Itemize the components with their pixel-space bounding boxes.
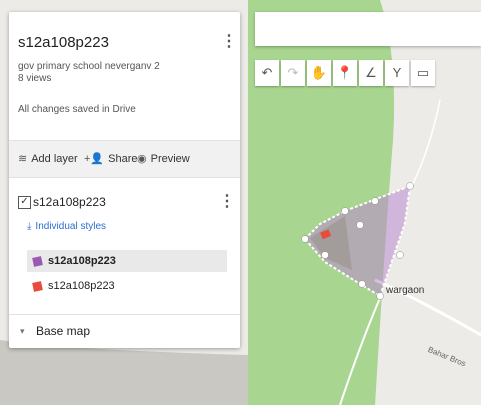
eye-icon: ◉	[137, 153, 147, 165]
map-search-bar[interactable]	[255, 12, 481, 46]
map-actions-bar: ≋ Add layer +👤 Share ◉ Preview	[9, 140, 240, 178]
map-title[interactable]: s12a108p223	[18, 34, 109, 51]
preview-button[interactable]: ◉ Preview	[137, 152, 190, 166]
add-layer-button[interactable]: ≋ Add layer	[18, 152, 78, 166]
layer-visibility-checkbox[interactable]: ✓	[18, 196, 31, 209]
polygon-icon	[32, 255, 43, 267]
map-toolbar: ↶ ↷ ✋ 📍 ∠ Y ▭	[255, 60, 435, 86]
base-map-label: Base map	[36, 324, 91, 338]
paint-roller-icon: ⤓	[27, 221, 32, 232]
individual-styles-link[interactable]: ⤓ Individual styles	[27, 221, 106, 232]
feature-name: s12a108p223	[48, 280, 115, 292]
view-count: 8 views	[18, 73, 52, 84]
undo-icon[interactable]: ↶	[255, 60, 279, 86]
layers-icon: ≋	[18, 153, 28, 165]
layer-name[interactable]: s12a108p223	[33, 195, 106, 209]
share-label: Share	[108, 152, 138, 165]
layers-panel: s12a108p223 ⋮ gov primary school neverga…	[9, 12, 240, 348]
save-status: All changes saved in Drive	[18, 104, 136, 115]
polygon-icon	[32, 280, 43, 292]
redo-icon[interactable]: ↷	[281, 60, 305, 86]
chevron-down-icon[interactable]: ▾	[20, 326, 25, 337]
add-layer-label: Add layer	[31, 152, 78, 165]
directions-icon[interactable]: Y	[385, 60, 409, 86]
feature-item[interactable]: s12a108p223	[27, 275, 227, 297]
place-label: wargaon	[386, 285, 425, 296]
preview-label: Preview	[150, 152, 190, 165]
layer-options-icon[interactable]: ⋮	[219, 194, 235, 210]
map-description[interactable]: gov primary school neverganv 2	[18, 61, 160, 72]
ruler-icon[interactable]: ▭	[411, 60, 435, 86]
style-label: Individual styles	[35, 221, 107, 232]
map-options-icon[interactable]: ⋮	[221, 34, 237, 50]
base-map-section[interactable]: ▾ Base map	[9, 314, 240, 348]
marker-icon[interactable]: 📍	[333, 60, 357, 86]
hand-icon[interactable]: ✋	[307, 60, 331, 86]
feature-name: s12a108p223	[48, 255, 116, 267]
feature-item[interactable]: s12a108p223	[27, 250, 227, 272]
line-icon[interactable]: ∠	[359, 60, 383, 86]
share-button[interactable]: +👤 Share	[84, 152, 138, 166]
add-person-icon: +👤	[84, 153, 105, 165]
